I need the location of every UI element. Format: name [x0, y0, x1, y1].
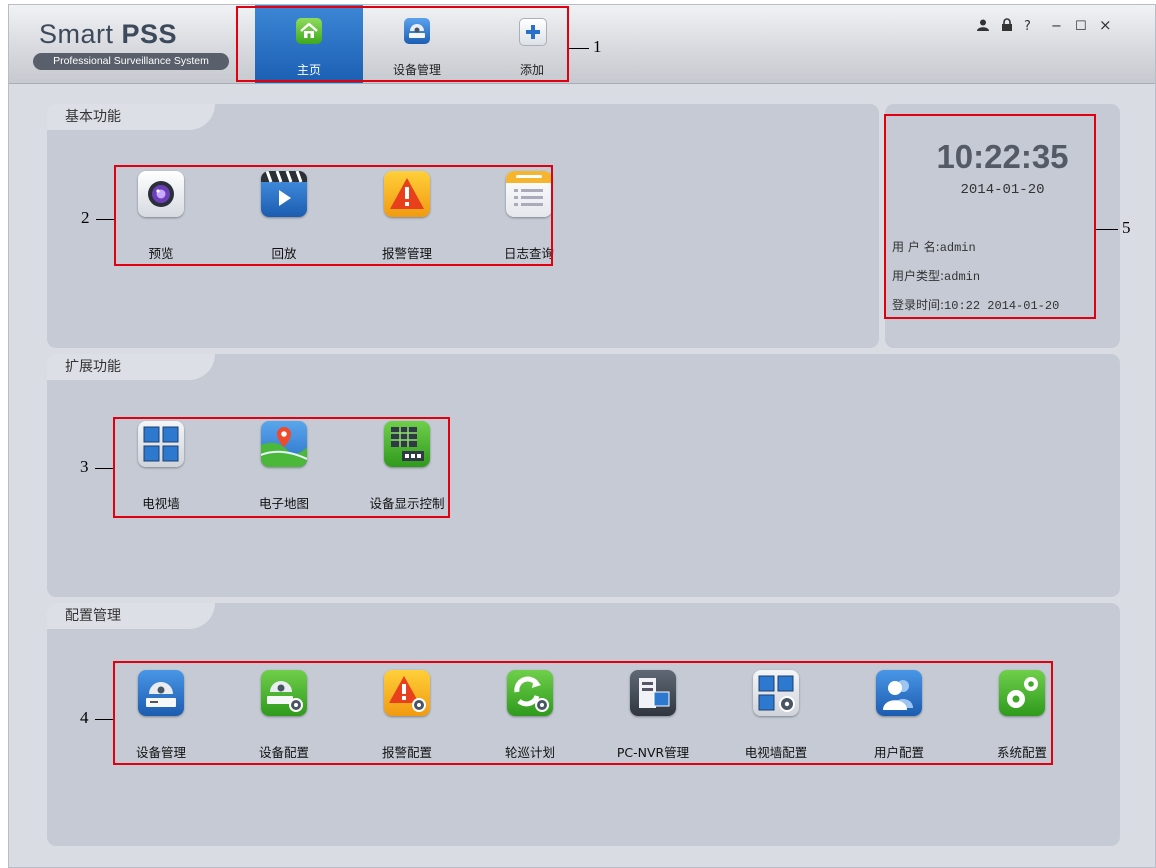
callout-box-2	[114, 165, 553, 266]
user-icon[interactable]	[976, 18, 990, 32]
callout-line-4	[95, 719, 113, 720]
maximize-button[interactable]: ☐	[1075, 19, 1087, 34]
callout-number-5: 5	[1122, 218, 1131, 237]
minimize-button[interactable]: −	[1051, 19, 1062, 34]
callout-line-5	[1096, 229, 1118, 230]
callout-number-1: 1	[593, 37, 602, 56]
callout-number-4: 4	[80, 708, 89, 727]
callout-number-3: 3	[80, 457, 89, 476]
panel-extended-title: 扩展功能	[47, 354, 215, 380]
callout-box-3	[113, 417, 450, 518]
app-logo-subtitle: Professional Surveillance System	[33, 53, 229, 70]
callout-line-2	[96, 219, 114, 220]
logo-text-bold: PSS	[121, 19, 178, 49]
callout-line-1	[569, 48, 589, 49]
help-button[interactable]: ?	[1024, 19, 1031, 34]
lock-icon[interactable]	[1000, 18, 1014, 32]
panel-config-title: 配置管理	[47, 603, 215, 629]
panel-basic-title: 基本功能	[47, 104, 215, 130]
app-logo-title: Smart PSS	[39, 19, 177, 50]
close-button[interactable]: ×	[1099, 16, 1112, 34]
callout-box-1	[236, 6, 569, 82]
callout-box-5	[884, 114, 1096, 319]
callout-number-2: 2	[81, 208, 90, 227]
callout-line-3	[95, 468, 113, 469]
logo-text-regular: Smart	[39, 19, 122, 49]
title-bar: Smart PSS Professional Surveillance Syst…	[9, 5, 1155, 84]
callout-box-4	[113, 661, 1053, 765]
